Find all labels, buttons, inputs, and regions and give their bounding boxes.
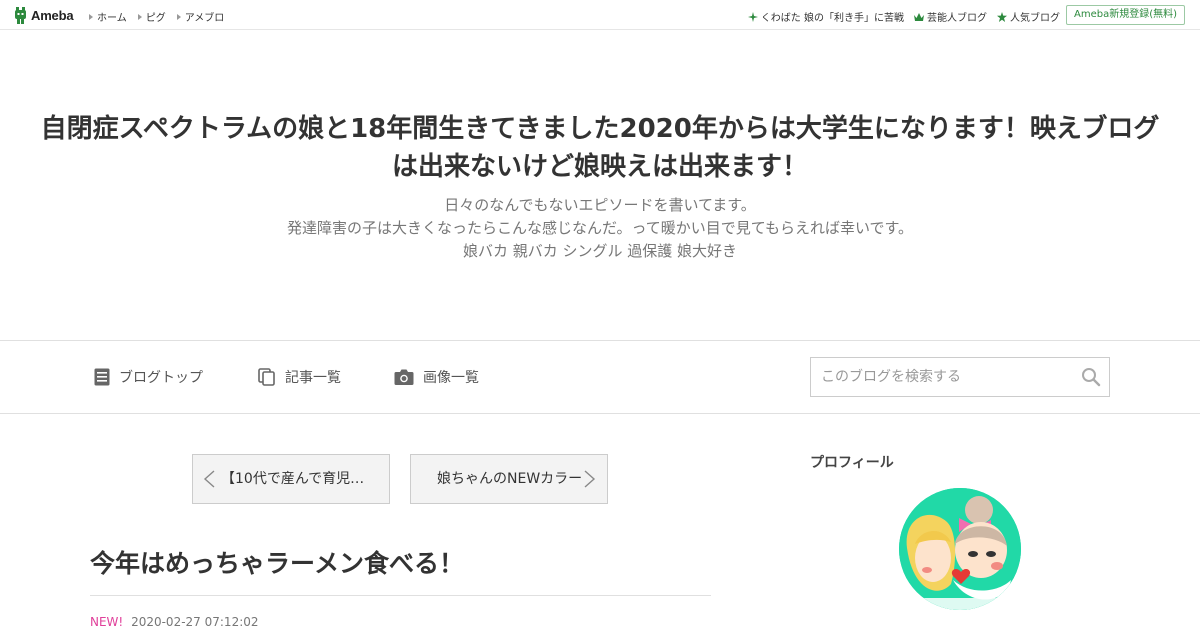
nav-image-list[interactable]: 画像一覧: [394, 367, 479, 387]
blog-description-line: 発達障害の子は大きくなったらこんな感じなんだ。って暖かい目で見てもらえれば幸いで…: [286, 219, 914, 237]
avatar-illustration: [899, 488, 1021, 610]
star-icon: [997, 11, 1007, 22]
trending-topic-link[interactable]: くわばた 娘の「利き手」に苦戦: [747, 9, 904, 24]
blog-description-line: 娘バカ 親バカ シングル 過保護 娘大好き: [462, 242, 738, 260]
chevron-right-icon: [584, 470, 596, 488]
triangle-right-icon: [137, 13, 142, 20]
nav-home[interactable]: ホーム: [89, 9, 127, 24]
search-icon[interactable]: [1081, 367, 1101, 387]
entry-meta: NEW! 2020-02-27 07:12:02: [90, 615, 259, 629]
ameba-mascot-icon: [15, 7, 26, 24]
global-nav: ホーム ピグ アメブロ: [89, 9, 224, 24]
blog-description-line: 日々のなんでもないエピソードを書いてます。: [444, 196, 756, 214]
nav-ameblo[interactable]: アメブロ: [176, 9, 225, 24]
nav-blog-top-label: ブログトップ: [119, 370, 203, 386]
document-icon: [94, 368, 110, 386]
trending-links: くわばた 娘の「利き手」に苦戦 芸能人ブログ 人気ブログ: [747, 9, 1060, 24]
profile-heading: プロフィール: [810, 455, 894, 471]
ameba-logo[interactable]: Ameba: [13, 6, 74, 24]
nav-pigg-label: ピグ: [145, 13, 166, 24]
triangle-right-icon: [89, 13, 93, 20]
next-entry-label: 娘ちゃんのNEWカラー: [437, 471, 583, 487]
previous-entry-label: 【10代で産んで育児…: [221, 471, 365, 487]
sparkle-icon: [747, 11, 758, 22]
nav-article-list[interactable]: 記事一覧: [258, 367, 341, 387]
popular-blog-link[interactable]: 人気ブログ: [997, 9, 1060, 24]
blog-title[interactable]: 自閉症スペクトラムの娘と18年間生きてきました2020年からは大学生になります！…: [40, 110, 1160, 186]
camera-icon: [394, 369, 414, 385]
celebrity-blog-link[interactable]: 芸能人ブログ: [914, 9, 987, 24]
copy-icon: [258, 368, 275, 386]
blog-search: [810, 357, 1110, 397]
blog-description: 日々のなんでもないエピソードを書いてます。 発達障害の子は大きくなったらこんな感…: [100, 194, 1100, 263]
previous-entry-button[interactable]: 【10代で産んで育児…: [192, 454, 390, 504]
entry-divider: [90, 595, 711, 596]
blog-header: 自閉症スペクトラムの娘と18年間生きてきました2020年からは大学生になります！…: [0, 30, 1200, 341]
next-entry-button[interactable]: 娘ちゃんのNEWカラー: [410, 454, 608, 504]
popular-blog-label: 人気ブログ: [1010, 13, 1060, 24]
nav-home-label: ホーム: [97, 13, 127, 24]
triangle-right-icon: [176, 13, 181, 20]
global-header: Ameba ホーム ピグ アメブロ くわばた 娘の「利き手」に苦戦 芸能人ブログ…: [0, 0, 1200, 30]
celebrity-blog-label: 芸能人ブログ: [927, 13, 987, 24]
nav-blog-top[interactable]: ブログトップ: [94, 367, 203, 387]
entry-date: 2020-02-27 07:12:02: [131, 615, 259, 629]
nav-image-list-label: 画像一覧: [423, 370, 479, 386]
chevron-left-icon: [203, 470, 215, 488]
new-badge: NEW!: [90, 615, 124, 629]
brand-name: Ameba: [31, 7, 74, 23]
trending-topic-label: くわばた 娘の「利き手」に苦戦: [760, 13, 904, 24]
crown-icon: [914, 12, 924, 21]
nav-article-list-label: 記事一覧: [285, 370, 341, 386]
profile-avatar[interactable]: [899, 488, 1021, 610]
entry-title[interactable]: 今年はめっちゃラーメン食べる！: [90, 544, 464, 580]
register-button[interactable]: Ameba新規登録(無料): [1065, 5, 1185, 25]
blog-nav-bar: ブログトップ 記事一覧 画像一覧: [0, 340, 1200, 414]
nav-pigg[interactable]: ピグ: [137, 9, 166, 24]
search-input[interactable]: [811, 358, 1071, 396]
nav-ameblo-label: アメブロ: [184, 13, 225, 24]
